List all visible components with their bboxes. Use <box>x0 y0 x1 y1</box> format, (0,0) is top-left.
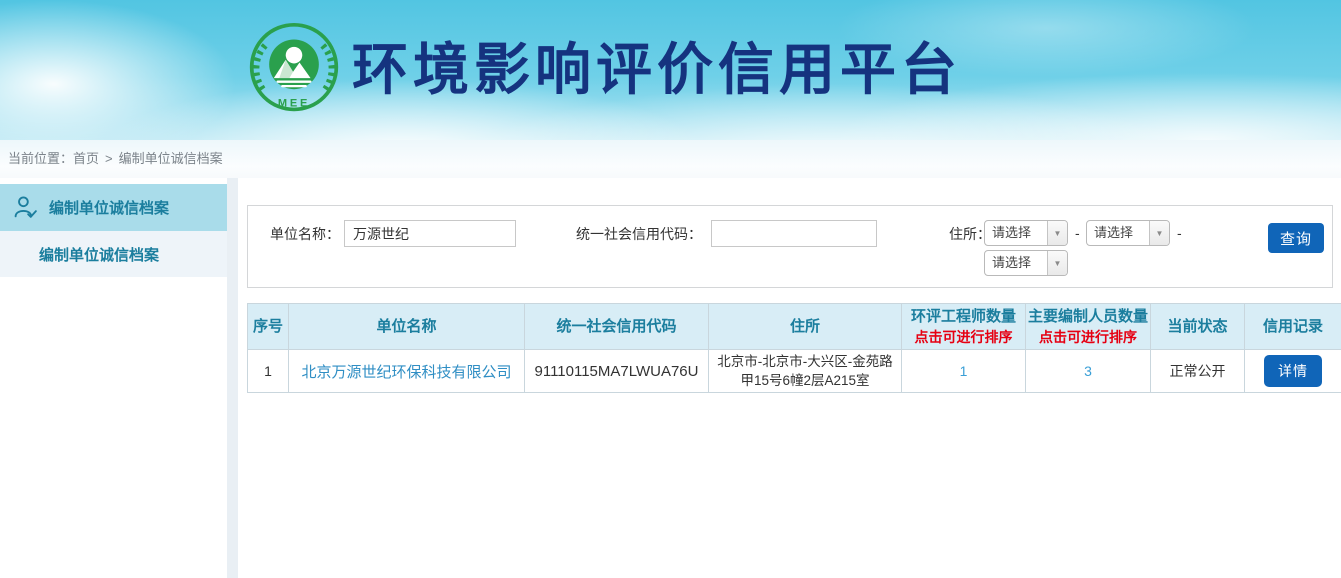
query-button[interactable]: 查询 <box>1268 223 1324 253</box>
address-province-value: 请选择 <box>985 221 1047 245</box>
result-table: 序号 单位名称 统一社会信用代码 住所 环评工程师数量 点击可进行排序 主要编制… <box>247 303 1341 393</box>
breadcrumb-label: 当前位置： <box>8 151 73 166</box>
sort-hint: 点击可进行排序 <box>904 327 1023 347</box>
sort-hint: 点击可进行排序 <box>1028 327 1148 347</box>
sidebar-group-credit-archive[interactable]: 编制单位诚信档案 <box>0 184 227 231</box>
credit-code-value: 91110115MA7LWUA76U <box>525 350 709 393</box>
chevron-down-icon[interactable]: ▼ <box>1047 221 1067 245</box>
unit-name-link[interactable]: 北京万源世纪环保科技有限公司 <box>301 364 511 381</box>
col-credit-record: 信用记录 <box>1245 304 1341 350</box>
address-dash-1: - <box>1075 219 1080 247</box>
user-check-icon <box>13 195 38 220</box>
col-unit-name: 单位名称 <box>289 304 525 350</box>
row-index: 1 <box>248 350 289 393</box>
mee-logo-icon: MEE <box>248 21 340 116</box>
site-header: MEE 环境影响评价信用平台 <box>0 0 1341 140</box>
sidebar-item-label: 编制单位诚信档案 <box>39 244 159 265</box>
sidebar-divider <box>227 178 238 578</box>
chevron-down-icon[interactable]: ▼ <box>1047 251 1067 275</box>
staff-count-link[interactable]: 3 <box>1084 363 1092 379</box>
table-row: 1 北京万源世纪环保科技有限公司 91110115MA7LWUA76U 北京市-… <box>248 350 1341 393</box>
address-city-value: 请选择 <box>1087 221 1149 245</box>
table-header-row: 序号 单位名称 统一社会信用代码 住所 环评工程师数量 点击可进行排序 主要编制… <box>248 304 1341 350</box>
breadcrumb-separator: > <box>105 151 113 166</box>
status-value: 正常公开 <box>1151 350 1245 393</box>
address-value: 北京市-北京市-大兴区-金苑路甲15号6幢2层A215室 <box>709 350 902 393</box>
address-city-select[interactable]: 请选择 ▼ <box>1086 220 1170 246</box>
address-dash-2: - <box>1177 219 1182 247</box>
sidebar-group-label: 编制单位诚信档案 <box>49 197 169 218</box>
chevron-down-icon[interactable]: ▼ <box>1149 221 1169 245</box>
col-status: 当前状态 <box>1151 304 1245 350</box>
address-district-value: 请选择 <box>985 251 1047 275</box>
sidebar: 编制单位诚信档案 编制单位诚信档案 <box>0 178 227 578</box>
detail-button[interactable]: 详情 <box>1264 355 1322 387</box>
main-content: 单位名称： 统一社会信用代码： 住所： 请选择 ▼ - 请选择 ▼ - 请选择 … <box>247 178 1341 578</box>
col-credit-code: 统一社会信用代码 <box>525 304 709 350</box>
col-engineer-count-label: 环评工程师数量 <box>911 308 1016 325</box>
col-address: 住所 <box>709 304 902 350</box>
col-engineer-count-sort[interactable]: 环评工程师数量 点击可进行排序 <box>902 304 1026 350</box>
engineer-count-link[interactable]: 1 <box>960 363 968 379</box>
col-index: 序号 <box>248 304 289 350</box>
page-title: 环境影响评价信用平台 <box>352 34 962 106</box>
col-staff-count-sort[interactable]: 主要编制人员数量 点击可进行排序 <box>1026 304 1151 350</box>
credit-code-label: 统一社会信用代码： <box>576 220 702 248</box>
col-staff-count-label: 主要编制人员数量 <box>1028 308 1148 325</box>
unit-name-label: 单位名称： <box>270 220 340 248</box>
search-panel: 单位名称： 统一社会信用代码： 住所： 请选择 ▼ - 请选择 ▼ - 请选择 … <box>247 205 1333 288</box>
unit-name-input[interactable] <box>344 220 516 247</box>
breadcrumb: 当前位置：首页 > 编制单位诚信档案 <box>0 140 1341 178</box>
svg-text:MEE: MEE <box>278 98 310 110</box>
breadcrumb-current-link[interactable]: 编制单位诚信档案 <box>119 151 223 166</box>
sidebar-item-credit-archive[interactable]: 编制单位诚信档案 <box>0 231 227 277</box>
address-district-select[interactable]: 请选择 ▼ <box>984 250 1068 276</box>
credit-code-input[interactable] <box>711 220 877 247</box>
address-province-select[interactable]: 请选择 ▼ <box>984 220 1068 246</box>
breadcrumb-home-link[interactable]: 首页 <box>73 151 99 166</box>
